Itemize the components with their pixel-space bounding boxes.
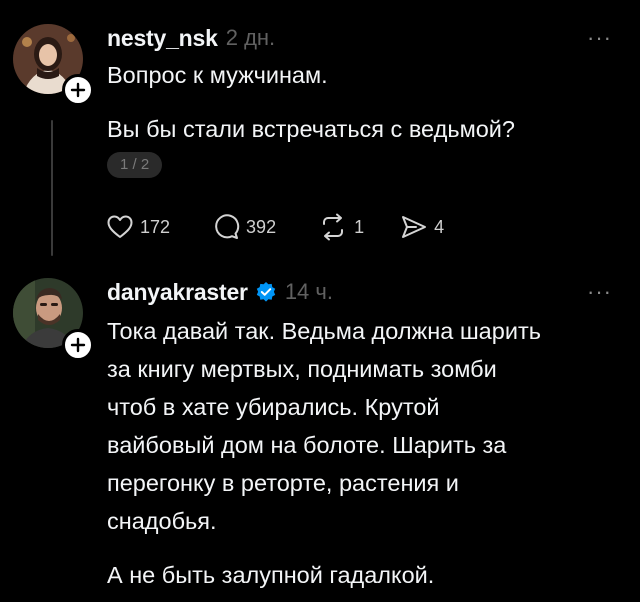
share-button[interactable]: 4 xyxy=(400,214,444,240)
post-paragraph-line-6: снадобья. xyxy=(107,508,217,534)
post-paragraph-line-4: вайбовый дом на болоте. Шарить за xyxy=(107,432,507,458)
repost-icon xyxy=(323,213,344,241)
comment-icon xyxy=(215,214,240,239)
reply-button[interactable]: 392 xyxy=(212,213,276,241)
share-count: 4 xyxy=(434,216,445,237)
post-header-nesty: nesty_nsk 2 дн. xyxy=(107,23,275,53)
follow-button-danyakraster[interactable] xyxy=(62,329,94,361)
verified-icon xyxy=(255,281,277,303)
thread-line xyxy=(51,120,53,256)
follow-button-nesty[interactable] xyxy=(62,74,94,106)
username-danyakraster[interactable]: danyakraster xyxy=(107,279,248,306)
post-actions: 172 392 1 4 xyxy=(106,212,444,242)
more-options-button[interactable]: ··· xyxy=(587,279,612,305)
repost-button[interactable]: 1 xyxy=(318,213,364,241)
share-icon xyxy=(402,216,427,238)
more-options-button[interactable]: ··· xyxy=(587,25,612,51)
like-button[interactable]: 172 xyxy=(106,214,170,240)
post-paragraph-line-1: Тока давай так. Ведьма должна шарить xyxy=(107,318,541,344)
plus-icon xyxy=(70,337,86,353)
post-paragraph-line-3: чтоб в хате убирались. Крутой xyxy=(107,394,440,420)
plus-icon xyxy=(70,82,86,98)
post-paragraph-line-5: перегонку в реторте, растения и xyxy=(107,470,459,496)
username-nesty[interactable]: nesty_nsk xyxy=(107,25,218,52)
post-time-nesty: 2 дн. xyxy=(225,25,276,50)
post-paragraph-2: А не быть залупной гадалкой. xyxy=(107,562,435,588)
post-header-danyakraster: danyakraster 14 ч. xyxy=(107,277,333,307)
repost-count: 1 xyxy=(354,216,365,237)
post-time-danyakraster: 14 ч. xyxy=(284,279,333,304)
like-count: 172 xyxy=(140,216,171,237)
page-indicator: 1 / 2 xyxy=(107,152,163,178)
post-text-line-2: Вы бы стали встречаться с ведьмой? xyxy=(107,116,515,142)
post-paragraph-line-2: за книгу мертвых, поднимать зомби xyxy=(107,356,497,382)
heart-icon xyxy=(107,215,133,238)
reply-count: 392 xyxy=(246,216,277,237)
post-text-line-1: Вопрос к мужчинам. xyxy=(107,62,328,88)
